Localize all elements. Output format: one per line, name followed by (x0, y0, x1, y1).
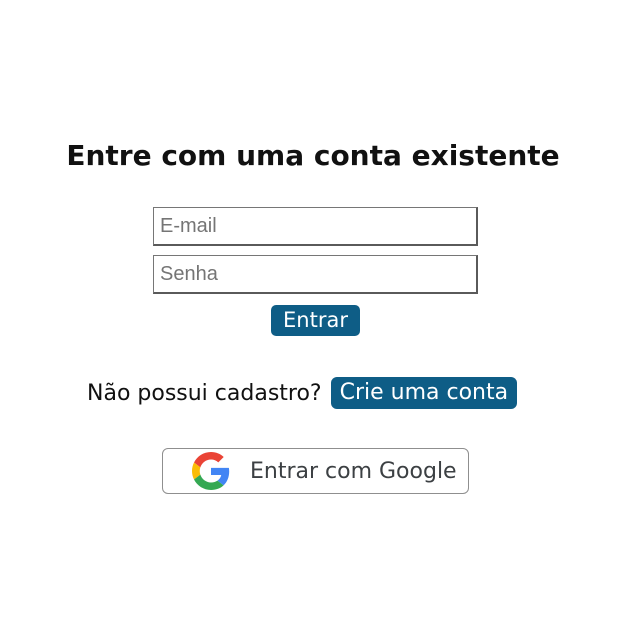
email-field[interactable] (153, 207, 478, 246)
signup-prompt-row: Não possui cadastro? Crie uma conta (87, 376, 518, 410)
google-signin-label: Entrar com Google (250, 458, 457, 484)
google-signin-button[interactable]: Entrar com Google (162, 448, 469, 494)
signup-prompt-text: Não possui cadastro? (87, 380, 322, 406)
google-icon (192, 452, 230, 490)
password-field[interactable] (153, 255, 478, 294)
page-title: Entre com uma conta existente (66, 139, 560, 172)
login-page: Entre com uma conta existente Entrar Não… (0, 0, 626, 626)
create-account-link[interactable]: Crie uma conta (330, 377, 518, 409)
login-button[interactable]: Entrar (271, 305, 360, 336)
